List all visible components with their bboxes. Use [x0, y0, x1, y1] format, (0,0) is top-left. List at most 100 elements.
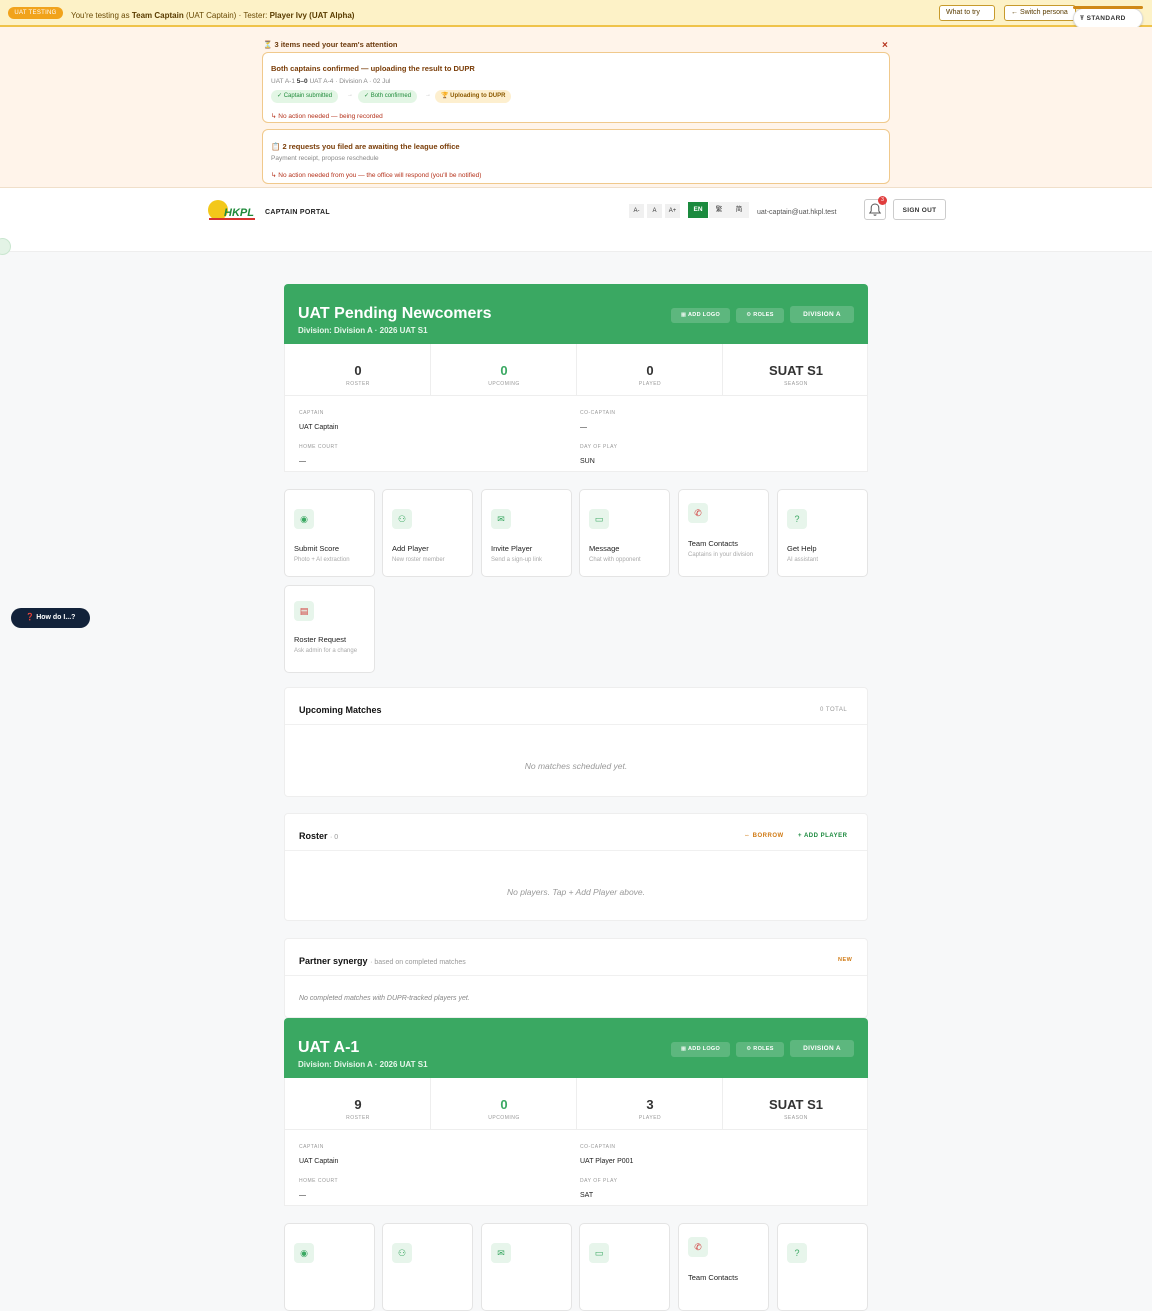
- synergy-empty: No completed matches with DUPR-tracked p…: [299, 995, 470, 1002]
- home-court-value: —: [299, 458, 306, 465]
- team-stats: 0 ROSTER 0 UPCOMING 0 PLAYED SUAT S1 SEASON: [284, 344, 868, 396]
- get-help-tile[interactable]: ? Get Help AI assistant: [777, 489, 868, 577]
- day-label: DAY OF PLAY: [580, 1178, 618, 1184]
- uat-tester-prefix: · Tester:: [238, 11, 268, 20]
- switch-persona-button[interactable]: ← Switch persona: [1004, 5, 1076, 21]
- text-size-standard-button[interactable]: Ŧ STANDARD: [1073, 6, 1143, 29]
- sign-out-button[interactable]: SIGN OUT: [893, 199, 946, 220]
- division-button[interactable]: DIVISION A: [790, 306, 854, 323]
- day-value: SAT: [580, 1192, 594, 1199]
- attention-card-requests[interactable]: 📋 2 requests you filed are awaiting the …: [262, 129, 890, 184]
- phone-icon: ✆: [688, 503, 708, 523]
- top-nav: [0, 188, 1152, 252]
- submit-score-tile[interactable]: ◉ Submit Score Photo + AI extraction: [284, 489, 375, 577]
- what-to-try-button[interactable]: What to try: [939, 5, 995, 21]
- add-logo-button[interactable]: ▦ ADD LOGO: [671, 1042, 730, 1057]
- lang-traditional-button[interactable]: 繁: [709, 202, 729, 218]
- attention-panel: ⏳ 3 items need your team's attention × B…: [0, 27, 1152, 188]
- add-player-button[interactable]: + ADD PLAYER: [798, 833, 847, 839]
- team-name: UAT Pending Newcomers: [298, 305, 492, 322]
- roles-button[interactable]: ⚙ ROLES: [736, 308, 784, 323]
- step-uploading: 🏆 Uploading to DUPR: [435, 90, 512, 103]
- add-player-tile[interactable]: ⚇ Add Player New roster member: [382, 489, 473, 577]
- phone-icon: ✆: [688, 1237, 708, 1257]
- attention-title-text: 3 items need your team's attention: [274, 40, 398, 49]
- tile-subtitle: Chat with opponent: [589, 557, 641, 563]
- empty-state: No players. Tap + Add Player above.: [506, 887, 646, 897]
- stat-label: PLAYED: [638, 381, 662, 387]
- stat-value: 0: [646, 363, 654, 378]
- side-chat-icon[interactable]: [0, 238, 11, 255]
- lang-en-button[interactable]: EN: [688, 202, 708, 218]
- clipboard-icon: ▤: [294, 601, 314, 621]
- stat-value: 0: [500, 1097, 508, 1112]
- tile-title: Get Help: [787, 544, 817, 553]
- portal-title: CAPTAIN PORTAL: [265, 209, 330, 216]
- font-default-button[interactable]: A: [647, 204, 662, 218]
- match-score: 5–0: [296, 78, 308, 85]
- uat-status-text: You're testing as Team Captain (UAT Capt…: [71, 11, 354, 20]
- tile-subtitle: Photo + AI extraction: [294, 557, 350, 563]
- roles-label: ROLES: [753, 1046, 774, 1052]
- card-note-text: No action needed — being recorded: [278, 113, 383, 120]
- division-button[interactable]: DIVISION A: [790, 1040, 854, 1057]
- notification-badge: 3: [878, 196, 887, 205]
- synergy-title: Partner synergy: [299, 956, 368, 966]
- team-header: UAT Pending Newcomers Division: Division…: [284, 284, 868, 344]
- roster-request-tile[interactable]: ▤ Roster Request Ask admin for a change: [284, 585, 375, 673]
- card-subtitle: Payment receipt, propose reschedule: [271, 155, 379, 162]
- home-court-label: HOME COURT: [299, 444, 339, 450]
- uat-role-detail: (UAT Captain): [185, 11, 237, 20]
- card-note: ↳ No action needed from you — the office…: [271, 171, 481, 179]
- mail-icon: ✉: [491, 1243, 511, 1263]
- get-help-tile[interactable]: ?: [777, 1223, 868, 1311]
- message-tile[interactable]: ▭: [579, 1223, 670, 1311]
- tile-subtitle: Captains in your division: [688, 552, 754, 558]
- close-icon[interactable]: ×: [882, 40, 888, 51]
- borrow-button[interactable]: ⇔ BORROW: [744, 833, 784, 839]
- day-label: DAY OF PLAY: [580, 444, 618, 450]
- add-logo-button[interactable]: ▦ ADD LOGO: [671, 308, 730, 323]
- invite-player-tile[interactable]: ✉: [481, 1223, 572, 1311]
- arrow-icon: →: [347, 92, 353, 98]
- image-icon: ▦: [680, 1046, 689, 1052]
- new-badge: NEW: [838, 957, 853, 963]
- add-logo-label: ADD LOGO: [688, 312, 721, 318]
- font-decrease-button[interactable]: A-: [629, 204, 644, 218]
- match-detail: UAT A-4 · Division A · 02 Jul: [309, 78, 391, 85]
- captain-value: UAT Captain: [299, 1158, 339, 1165]
- team-contacts-tile[interactable]: ✆ Team Contacts: [678, 1223, 769, 1311]
- stat-label: ROSTER: [346, 381, 370, 387]
- add-player-tile[interactable]: ⚇: [382, 1223, 473, 1311]
- tile-title: Add Player: [392, 544, 429, 553]
- team-contacts-tile[interactable]: ✆ Team Contacts Captains in your divisio…: [678, 489, 769, 577]
- roles-button[interactable]: ⚙ ROLES: [736, 1042, 784, 1057]
- hkpl-logo[interactable]: HKPL: [207, 198, 257, 222]
- stat-value: 9: [354, 1097, 362, 1112]
- camera-icon: ◉: [294, 509, 314, 529]
- stat-label: ROSTER: [346, 1115, 370, 1121]
- uat-pill: UAT TESTING: [8, 7, 63, 19]
- stat-label: UPCOMING: [488, 381, 520, 387]
- clipboard-icon: 📋: [271, 142, 283, 151]
- submit-score-tile[interactable]: ◉: [284, 1223, 375, 1311]
- font-increase-button[interactable]: A+: [665, 204, 680, 218]
- chat-icon: ▭: [589, 1243, 609, 1263]
- stat-roster: 9 ROSTER: [285, 1078, 431, 1130]
- stat-season: SUAT S1 SEASON: [723, 1078, 869, 1130]
- roster-title: Roster: [299, 831, 328, 841]
- help-icon: ?: [787, 1243, 807, 1263]
- captain-label: CAPTAIN: [299, 410, 324, 416]
- message-tile[interactable]: ▭ Message Chat with opponent: [579, 489, 670, 577]
- team-division: Division: Division A · 2026 UAT S1: [298, 326, 428, 335]
- attention-card-dupr[interactable]: Both captains confirmed — uploading the …: [262, 52, 890, 123]
- invite-player-tile[interactable]: ✉ Invite Player Send a sign-up link: [481, 489, 572, 577]
- tile-title: Roster Request: [294, 635, 347, 644]
- how-do-i-button[interactable]: ❓ How do I...?: [11, 608, 90, 628]
- uat-banner: UAT TESTING You're testing as Team Capta…: [0, 0, 1152, 27]
- attention-title: ⏳ 3 items need your team's attention: [263, 40, 398, 49]
- lang-simplified-button[interactable]: 简: [729, 202, 749, 218]
- text-size-icon: Ŧ: [1080, 15, 1087, 22]
- team-division: Division: Division A · 2026 UAT S1: [298, 1060, 428, 1069]
- upcoming-matches-section: Upcoming Matches 0 TOTAL No matches sche…: [284, 687, 868, 797]
